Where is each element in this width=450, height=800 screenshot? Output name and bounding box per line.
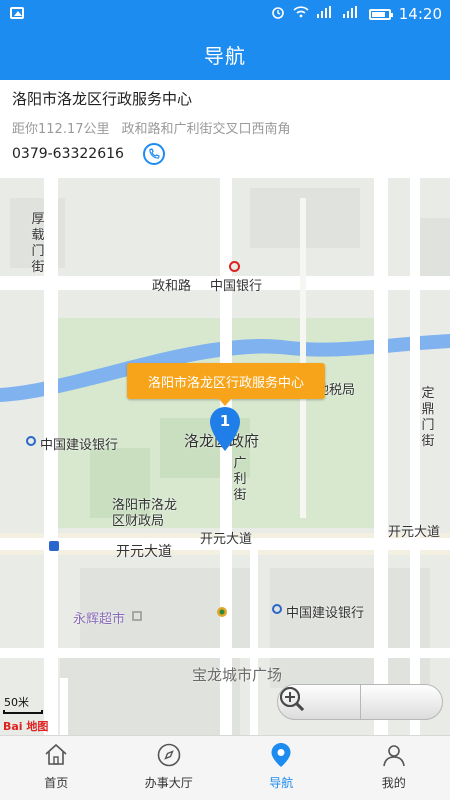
map-label-ccb-left: 中国建设银行 — [40, 438, 119, 453]
home-icon — [45, 743, 67, 765]
bus-icon — [49, 540, 59, 555]
tab-home[interactable]: 首页 — [0, 736, 113, 800]
ccb-left-icon — [26, 434, 40, 449]
status-bar: 14:20 — [0, 0, 450, 28]
tab-navigation[interactable]: 导航 — [225, 736, 338, 800]
signal-icon-2 — [342, 6, 361, 22]
location-subline: 距你112.17公里 政和路和广利街交叉口西南角 — [12, 118, 291, 137]
location-address: 政和路和广利街交叉口西南角 — [121, 122, 291, 137]
ccb-right-icon — [272, 602, 286, 617]
tab-label-home: 首页 — [44, 776, 69, 790]
supermarket-icon — [128, 610, 142, 625]
gallery-icon — [10, 7, 24, 19]
location-popup[interactable]: 洛阳市洛龙区行政服务中心 — [127, 363, 325, 406]
location-phone: 0379-63322616 — [12, 146, 124, 162]
bank-of-china-icon — [229, 260, 244, 275]
tab-label-service-hall: 办事大厅 — [144, 776, 193, 790]
location-pin-icon — [271, 743, 291, 767]
zoom-in-button[interactable] — [280, 685, 443, 719]
phone-call-icon[interactable] — [143, 143, 165, 165]
location-marker-pin-icon[interactable]: 1 — [209, 406, 241, 452]
baidu-logo-text: Bai 地图 — [3, 720, 49, 733]
bottom-tab-bar: 首页 办事大厅 导航 我的 — [0, 735, 450, 800]
tab-mine[interactable]: 我的 — [338, 736, 450, 800]
map-view[interactable]: 厚载门街 政和路 中国银行 地税局 定鼎门街 中国建设银行 洛龙区政府 广利街 … — [0, 178, 450, 735]
map-scale: 50米 — [4, 696, 29, 709]
location-distance: 距你112.17公里 — [12, 122, 110, 137]
map-label-yonghui: 永辉超市 — [73, 612, 126, 627]
map-label-houzai: 厚载门街 — [31, 212, 45, 275]
location-name: 洛阳市洛龙区行政服务中心 — [12, 90, 193, 108]
map-label-bank-china: 中国银行 — [210, 279, 263, 294]
tab-label-navigation: 导航 — [269, 776, 294, 790]
map-label-ccb-right: 中国建设银行 — [286, 606, 365, 621]
zoom-in-icon — [280, 687, 305, 712]
user-icon — [382, 745, 405, 767]
tab-label-mine: 我的 — [381, 776, 406, 790]
map-label-dingding: 定鼎门街 — [421, 386, 435, 449]
compass-icon — [157, 743, 181, 767]
map-label-kaiyuan-mid: 开元大道 — [200, 532, 253, 547]
map-label-kaiyuan-left: 开元大道 — [116, 544, 172, 560]
app-header: 导航 — [0, 28, 450, 80]
wifi-icon — [293, 5, 309, 23]
map-scale-bar — [3, 710, 43, 714]
map-canvas — [0, 178, 450, 735]
map-label-guangli: 广利街 — [233, 456, 247, 503]
baidu-map-logo: Bai 地图 — [3, 718, 48, 734]
status-time: 14:20 — [398, 5, 442, 23]
map-label-zhenghe: 政和路 — [152, 279, 192, 294]
marker-number: 1 — [219, 412, 231, 430]
zoom-controls — [277, 684, 443, 720]
alarm-icon — [271, 5, 285, 23]
status-right: 14:20 — [271, 4, 442, 24]
page-title: 导航 — [204, 43, 246, 68]
battery-icon — [368, 8, 393, 20]
map-label-finance: 洛阳市洛龙区财政局 — [112, 498, 178, 529]
tab-service-hall[interactable]: 办事大厅 — [113, 736, 226, 800]
map-label-baolong: 宝龙城市广场 — [192, 666, 283, 684]
location-info: 洛阳市洛龙区行政服务中心 距你112.17公里 政和路和广利街交叉口西南角 03… — [0, 80, 450, 178]
signal-icon — [316, 6, 335, 22]
battery-fill — [371, 11, 385, 17]
map-label-kaiyuan-right: 开元大道 — [388, 525, 441, 540]
location-popup-label: 洛阳市洛龙区行政服务中心 — [147, 375, 304, 391]
